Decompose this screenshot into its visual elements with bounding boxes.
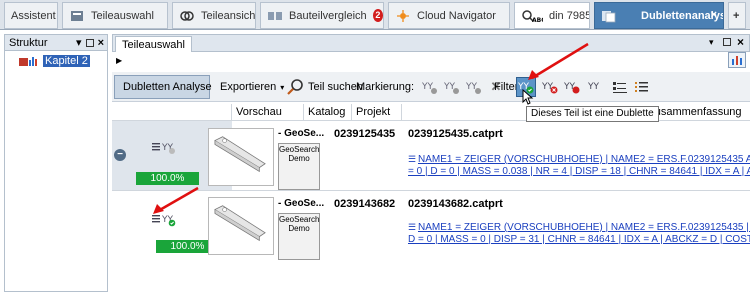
tab-label: Teileansicht — [201, 9, 256, 22]
catalog-name: - GeoSe... — [278, 128, 325, 139]
filter-settings-icon — [613, 82, 627, 93]
structure-title: Struktur — [9, 36, 48, 49]
list-icon: ☰ — [408, 222, 417, 232]
tab-label: din 7985 — [549, 9, 590, 22]
button-label: Exportieren — [220, 81, 277, 93]
annotation-arrow — [528, 42, 589, 80]
tab-parts-selection[interactable]: Teileauswahl — [62, 2, 168, 29]
filter-not-duplicate-icon: YY — [542, 82, 558, 94]
svg-text:YY: YY — [588, 82, 599, 92]
column-header-catalog[interactable]: Katalog — [304, 104, 352, 120]
catalog-logo: GeoSearch Demo — [278, 213, 320, 260]
chapter-icon — [19, 57, 37, 66]
table-row[interactable]: YY 100.0% - GeoSe... GeoSearch Demo 0239… — [112, 190, 750, 260]
structure-panel-header: Struktur ▾ × — [4, 34, 108, 51]
attribute-line[interactable]: = 0 | D = 0 | MASS = 0.038 | NR = 4 | DI… — [408, 166, 750, 177]
close-tab-icon[interactable]: × — [711, 9, 717, 21]
parts-view-icon — [180, 10, 194, 21]
filter-settings-button[interactable] — [610, 77, 630, 97]
tab-label: Cloud Navigator — [417, 9, 496, 22]
add-tab-label: + — [733, 9, 740, 22]
expand-arrow-icon[interactable]: ▶ — [116, 56, 122, 65]
tab-label: Teileauswahl — [91, 9, 154, 22]
search-part-button[interactable]: Teil suchen — [282, 75, 367, 99]
component-compare-icon — [268, 11, 282, 20]
tab-component-compare[interactable]: Bauteilvergleich 2 — [260, 2, 384, 29]
close-panel-icon[interactable]: × — [737, 35, 744, 49]
duplicate-analysis-icon — [602, 10, 616, 22]
annotation-arrow — [153, 186, 199, 214]
collapse-icon[interactable]: − — [114, 149, 126, 161]
pin-dropdown-icon[interactable]: ▾ — [76, 36, 82, 49]
filter-list-icon — [635, 82, 648, 92]
mark-no-duplicate-icon: YY — [444, 82, 459, 94]
tab-label: Bauteilvergleich — [289, 9, 367, 22]
original-marker-icon: YY — [152, 143, 175, 154]
button-label: Dubletten Analyse — [123, 81, 212, 93]
filter-unmarked-icon: YY — [588, 82, 599, 92]
tab-label: Assistent — [11, 9, 56, 22]
tab-cloud-navigator[interactable]: Cloud Navigator — [388, 2, 510, 29]
marking-label: Markierung: — [356, 81, 415, 93]
search-abc-icon: ABC — [522, 9, 543, 23]
pin-icon[interactable] — [85, 38, 94, 47]
mark-original-button[interactable]: YY — [464, 77, 484, 97]
cloud-navigator-icon — [397, 9, 409, 22]
tree-item-chapter[interactable]: Kapitel 2 — [19, 55, 90, 67]
mark-original-icon: YY — [466, 82, 481, 94]
pin-dropdown-icon[interactable]: ▾ — [709, 37, 714, 48]
maximize-icon[interactable] — [723, 38, 731, 46]
catalog-name: - GeoSe... — [278, 198, 325, 209]
parts-selection-icon — [71, 10, 83, 21]
top-tab-bar: Assistent Teileauswahl Teileansicht Baut… — [0, 0, 750, 30]
export-button[interactable]: Exportieren ▾ — [216, 75, 288, 99]
part-thumbnail[interactable] — [208, 128, 274, 186]
mark-no-duplicate-button[interactable]: YY — [442, 77, 462, 97]
catalog-logo: GeoSearch Demo — [278, 143, 320, 190]
chart-view-icon[interactable] — [728, 52, 746, 68]
attribute-line[interactable]: D = 0 | MASS = 0 | DISP = 31 | CHNR = 84… — [408, 234, 750, 245]
button-label: Teil suchen — [308, 81, 364, 93]
catalog-logo-text: GeoSearch Demo — [279, 215, 320, 233]
list-icon: ☰ — [408, 154, 417, 164]
catalog-logo-text: GeoSearch Demo — [279, 145, 320, 163]
tab-assistant[interactable]: Assistent — [4, 2, 58, 29]
tab-parts-view[interactable]: Teileansicht — [172, 2, 256, 29]
close-panel-icon[interactable]: × — [98, 37, 104, 49]
attribute-line[interactable]: NAME1 = ZEIGER (VORSCHUBHOEHE) | NAME2 =… — [418, 154, 750, 165]
add-tab-button[interactable]: + — [728, 2, 746, 29]
mark-duplicate-icon: YY — [422, 82, 437, 94]
column-header-preview[interactable]: Vorschau — [232, 104, 304, 120]
part-thumbnail[interactable] — [208, 197, 274, 255]
column-header-project[interactable]: Projekt — [352, 104, 402, 120]
attribute-line[interactable]: NAME1 = ZEIGER (VORSCHUBHOEHE) | NAME2 =… — [418, 222, 750, 233]
table-row[interactable]: − YY 100.0% - GeoSe... GeoSearch Demo 02… — [112, 120, 750, 190]
tab-search-din[interactable]: ABC din 7985 — [514, 2, 590, 29]
mouse-cursor-icon — [522, 89, 534, 105]
duplicate-analysis-button[interactable]: Dubletten Analyse — [114, 75, 212, 99]
svg-text:ABC: ABC — [532, 17, 543, 23]
file-name: 0239125435.catprt — [408, 128, 503, 140]
column-header-status[interactable] — [112, 104, 232, 120]
project-id: 0239125435 — [334, 128, 396, 140]
file-name: 0239143682.catprt — [408, 198, 503, 210]
column-header-summary[interactable]: Zusammenfassung — [644, 104, 750, 120]
progress-bar: 100.0% — [136, 172, 199, 185]
tree-item-label: Kapitel 2 — [43, 55, 90, 67]
search-part-icon — [287, 79, 303, 95]
structure-tree: Kapitel 2 — [4, 51, 108, 292]
mark-duplicate-button[interactable]: YY — [420, 77, 440, 97]
subtab-label: Teileauswahl — [122, 39, 185, 51]
project-id: 0239143682 — [334, 198, 396, 210]
tab-duplicate-analysis[interactable]: Dublettenanalyse × — [594, 2, 724, 29]
toolbar: Dubletten Analyse Exportieren ▾ Teil suc… — [112, 72, 750, 102]
filter-list-button[interactable] — [632, 77, 652, 97]
filter-original-icon: YY — [564, 82, 580, 94]
tab-teileauswahl[interactable]: Teileauswahl — [115, 36, 192, 52]
count-badge: 2 — [372, 9, 383, 22]
tooltip: Dieses Teil ist eine Dublette — [526, 106, 659, 122]
main-panel-header: Teileauswahl ▾ × — [112, 34, 750, 52]
